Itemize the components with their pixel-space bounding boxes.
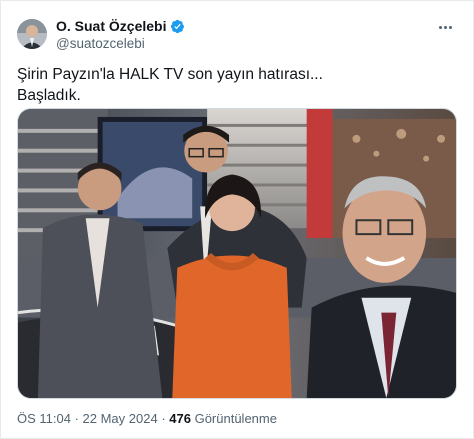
tweet-photo[interactable] (17, 108, 457, 399)
avatar-image (17, 19, 47, 49)
tweet-card: O. Suat Özçelebi @suatozcelebi Şirin Pay… (0, 0, 474, 439)
more-options-icon[interactable] (435, 19, 455, 35)
author-handle[interactable]: @suatozcelebi (56, 36, 145, 51)
meta-separator: · (70, 411, 83, 426)
views-count: 476 (169, 411, 191, 426)
tweet-date[interactable]: 22 May 2024 (83, 411, 158, 426)
tweet-text-line-1: Şirin Payzın'la HALK TV son yayın hatıra… (17, 66, 323, 83)
author-name-row: O. Suat Özçelebi (56, 18, 185, 34)
tweet-text-line-2: Başladık. (17, 87, 81, 104)
verified-badge-icon (171, 19, 185, 33)
author-avatar[interactable] (17, 19, 47, 49)
author-display-name[interactable]: O. Suat Özçelebi (56, 18, 166, 34)
tweet-text: Şirin Payzın'la HALK TV son yayın hatıra… (17, 64, 457, 106)
photo-image (18, 109, 456, 398)
views-label: Görüntülenme (190, 411, 277, 426)
tweet-time[interactable]: ÖS 11:04 (17, 411, 71, 426)
meta-separator-2: · (157, 411, 170, 426)
tweet-meta: ÖS 11:04 · 22 May 2024 · 476 Görüntülenm… (17, 411, 277, 426)
